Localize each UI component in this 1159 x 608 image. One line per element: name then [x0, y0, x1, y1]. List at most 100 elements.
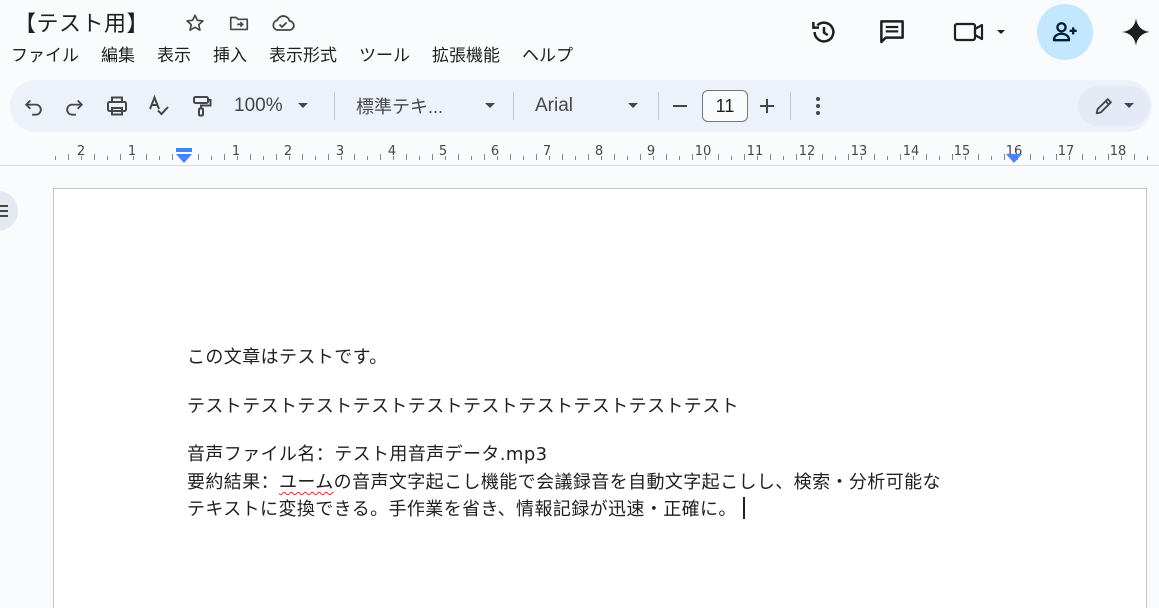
ruler-tick	[991, 156, 992, 160]
menu-bar: ファイル 編集 表示 挿入 表示形式 ツール 拡張機能 ヘルプ	[0, 42, 584, 70]
ruler-tick	[367, 156, 368, 160]
ruler-tick	[627, 156, 628, 160]
chevron-down-icon	[297, 103, 308, 108]
paint-format-icon[interactable]	[188, 92, 216, 120]
menu-file[interactable]: ファイル	[0, 42, 90, 70]
menu-view[interactable]: 表示	[146, 42, 202, 70]
paragraph[interactable]: この文章はテストです。	[187, 343, 388, 369]
text-run: 要約結果：	[187, 472, 279, 493]
ruler-tick	[198, 154, 199, 160]
ruler-number: 2	[76, 144, 86, 159]
ruler-tick	[523, 156, 524, 160]
document-outline-button[interactable]	[0, 191, 18, 231]
ruler-tick	[640, 154, 641, 160]
ruler-tick	[588, 154, 589, 160]
undo-icon[interactable]	[20, 92, 48, 120]
ruler-number: 7	[542, 144, 552, 159]
left-indent-marker[interactable]	[175, 148, 193, 164]
zoom-select[interactable]: 100%	[234, 92, 322, 120]
ruler-tick	[419, 156, 420, 160]
paragraph[interactable]: 要約結果：ユームの音声文字起こし機能で会議録音を自動文字起こしし、検索・分析可能…	[187, 468, 941, 494]
ruler-tick	[328, 154, 329, 160]
menu-format[interactable]: 表示形式	[258, 42, 348, 70]
ruler-tick	[536, 154, 537, 160]
spellcheck-icon[interactable]	[145, 92, 173, 120]
toolbar-divider	[790, 92, 791, 120]
menu-help[interactable]: ヘルプ	[511, 42, 584, 70]
text-cursor	[742, 497, 745, 519]
ruler-tick	[276, 154, 277, 160]
ruler-tick	[614, 154, 615, 160]
ruler-number: 6	[490, 144, 500, 159]
ruler-tick	[978, 154, 979, 160]
ruler-tick	[835, 156, 836, 160]
ruler-tick	[1030, 154, 1031, 160]
history-icon[interactable]	[806, 14, 842, 50]
toolbar-divider	[658, 92, 659, 120]
video-camera-icon[interactable]	[948, 14, 1012, 50]
ruler-number: 12	[798, 144, 816, 159]
right-indent-marker[interactable]	[1005, 148, 1023, 164]
menu-edit[interactable]: 編集	[90, 42, 146, 70]
menu-extensions[interactable]: 拡張機能	[421, 42, 511, 70]
ruler-tick	[874, 154, 875, 160]
redo-icon[interactable]	[60, 92, 88, 120]
font-family-select[interactable]: Arial	[535, 92, 639, 120]
ruler-tick	[666, 154, 667, 160]
ruler-tick	[679, 156, 680, 160]
ruler-tick	[224, 154, 225, 160]
minus-icon	[673, 105, 687, 107]
paragraph[interactable]: テストテストテストテストテストテストテストテストテストテスト	[187, 392, 739, 418]
ruler-tick	[146, 154, 147, 160]
share-button[interactable]	[1037, 4, 1093, 60]
paragraph-style-select[interactable]: 標準テキ...	[356, 92, 496, 120]
ruler-number: 9	[646, 144, 656, 159]
move-to-folder-icon[interactable]	[226, 10, 252, 36]
ruler-tick	[796, 154, 797, 160]
document-title[interactable]: 【テスト用】	[14, 6, 149, 38]
ruler-tick	[263, 156, 264, 160]
ruler-tick	[484, 154, 485, 160]
ruler-number: 1	[127, 144, 137, 159]
font-size-input[interactable]: 11	[702, 90, 748, 122]
ruler-tick	[1134, 154, 1135, 160]
document-page[interactable]: この文章はテストです。 テストテストテストテストテストテストテストテストテストテ…	[53, 188, 1147, 608]
ruler-tick	[718, 154, 719, 160]
text-run: の音声文字起こし機能で会議録音を自動文字起こしし、検索・分析可能な	[333, 472, 941, 493]
ruler-tick	[926, 154, 927, 160]
formatting-toolbar: 100% 標準テキ... Arial 11	[10, 80, 1152, 132]
ruler-tick	[120, 154, 121, 160]
ruler-number: 1	[231, 144, 241, 159]
more-options-icon[interactable]	[806, 92, 830, 120]
ruler-tick	[159, 156, 160, 160]
ruler-number: 5	[438, 144, 448, 159]
editing-mode-button[interactable]	[1078, 86, 1150, 126]
horizontal-ruler[interactable]: 2 1 1 2 3 4 5 6 7 8 9 10 11 12 13 14 15 …	[0, 138, 1159, 166]
paragraph[interactable]: テキストに変換できる。手作業を省き、情報記録が迅速・正確に。	[187, 495, 745, 521]
ruler-tick	[848, 154, 849, 160]
ruler-tick	[770, 154, 771, 160]
ruler-number: 11	[746, 144, 764, 159]
ruler-number: 13	[850, 144, 868, 159]
star-icon[interactable]	[182, 10, 208, 36]
ruler-number: 14	[902, 144, 920, 159]
paragraph-style-value: 標準テキ...	[356, 97, 444, 117]
ruler-tick	[406, 154, 407, 160]
decrease-font-size-button[interactable]	[668, 92, 692, 120]
ruler-tick	[1043, 156, 1044, 160]
menu-tools[interactable]: ツール	[348, 42, 421, 70]
misspelled-word[interactable]: ユーム	[279, 472, 334, 493]
paragraph[interactable]: 音声ファイル名：テスト用音声データ.mp3	[187, 440, 548, 466]
gemini-sparkle-icon[interactable]	[1116, 14, 1156, 50]
ruler-tick	[1095, 156, 1096, 160]
print-icon[interactable]	[103, 92, 131, 120]
ruler-tick	[744, 154, 745, 160]
ruler-tick	[510, 154, 511, 160]
comments-icon[interactable]	[874, 14, 910, 50]
increase-font-size-button[interactable]	[755, 92, 779, 120]
menu-insert[interactable]: 挿入	[202, 42, 258, 70]
cloud-saved-icon[interactable]	[270, 10, 296, 36]
ruler-number: 15	[953, 144, 971, 159]
ruler-number: 8	[594, 144, 604, 159]
ruler-number: 4	[387, 144, 397, 159]
